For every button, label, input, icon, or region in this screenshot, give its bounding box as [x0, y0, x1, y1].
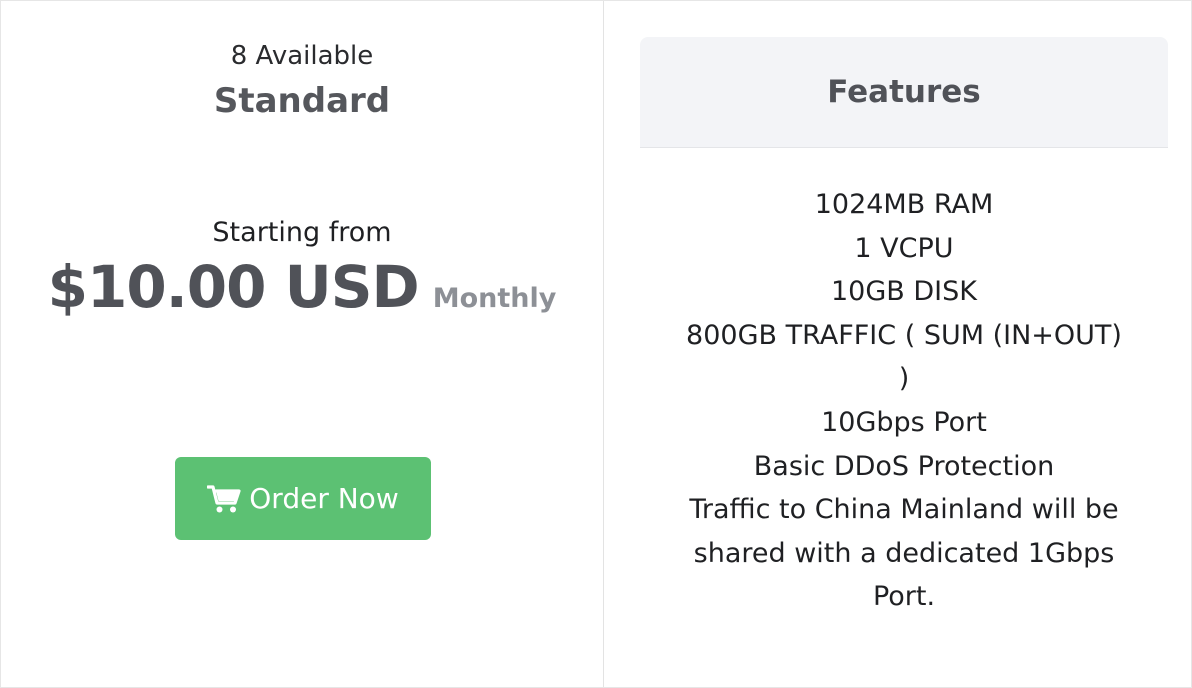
features-title: Features [640, 37, 1168, 148]
order-now-label: Order Now [249, 482, 399, 515]
price-amount: $10.00 USD [47, 253, 420, 321]
feature-item: 1 VCPU [854, 232, 954, 264]
feature-item: Basic DDoS Protection [753, 450, 1055, 482]
price-row: $10.00 USD Monthly [1, 253, 603, 321]
order-now-button[interactable]: Order Now [175, 457, 431, 540]
starting-from-label: Starting from [212, 217, 392, 248]
feature-item: 800GB TRAFFIC ( SUM (IN+OUT) [686, 319, 1122, 351]
availability-count: 8 Available [230, 41, 374, 71]
pricing-panel: 8 Available Standard Starting from $10.0… [1, 1, 604, 687]
feature-item: Traffic to China Mainland will be [689, 494, 1119, 526]
feature-item: 10Gbps Port [821, 406, 987, 438]
features-panel: Features 1024MB RAM 1 VCPU 10GB DISK 800… [604, 1, 1191, 687]
plan-name: Standard [213, 81, 391, 121]
product-card: 8 Available Standard Starting from $10.0… [0, 0, 1192, 688]
feature-item: 1024MB RAM [814, 189, 994, 220]
billing-cycle: Monthly [432, 283, 557, 314]
shopping-cart-icon [207, 484, 241, 512]
feature-item: Port. [872, 581, 936, 613]
features-list: 1024MB RAM 1 VCPU 10GB DISK 800GB TRAFFI… [660, 183, 1148, 619]
feature-item: shared with a dedicated 1Gbps [693, 537, 1115, 569]
feature-item: 10GB DISK [831, 276, 977, 308]
feature-item: ) [898, 363, 910, 395]
